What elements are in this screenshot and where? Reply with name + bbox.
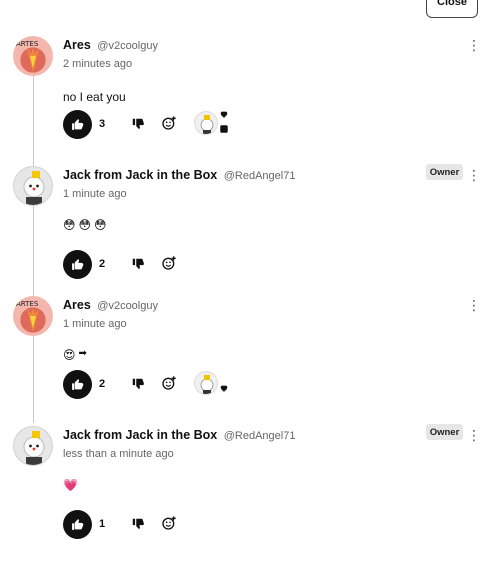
like-count: 1 xyxy=(99,518,106,530)
thumbs-up-icon xyxy=(72,259,84,270)
author-name[interactable]: Ares xyxy=(63,298,91,312)
more-options-icon[interactable]: ⋮ xyxy=(467,38,481,52)
like-button[interactable] xyxy=(63,370,92,399)
owner-badge: Owner xyxy=(426,164,463,180)
thumbs-down-icon[interactable] xyxy=(131,257,145,271)
like-button[interactable] xyxy=(63,110,92,139)
add-reaction-icon[interactable] xyxy=(161,375,177,391)
like-button[interactable] xyxy=(63,250,92,279)
avatar[interactable] xyxy=(13,426,53,466)
reactor-avatar xyxy=(194,111,218,135)
timestamp: 2 minutes ago xyxy=(63,58,133,70)
comment: Jack from Jack in the Box @RedAngel71 le… xyxy=(0,424,490,556)
author-name[interactable]: Jack from Jack in the Box xyxy=(63,428,217,442)
author-line: Jack from Jack in the Box @RedAngel71 xyxy=(63,168,295,182)
thumbs-down-icon[interactable] xyxy=(131,377,145,391)
close-button[interactable]: Close xyxy=(426,0,478,18)
add-reaction-icon[interactable] xyxy=(161,515,177,531)
reaction-chip[interactable] xyxy=(191,109,231,139)
heart-eyes-emoji: 😍 xyxy=(63,348,76,362)
author-handle: @v2coolguy xyxy=(97,300,158,312)
author-line: Ares @v2coolguy xyxy=(63,298,158,312)
avatar[interactable]: ARTES xyxy=(13,36,53,76)
comment: ARTES Ares @v2coolguy 2 minutes ago ⋮ no… xyxy=(0,36,490,166)
thumbs-up-icon xyxy=(72,119,84,130)
avatar[interactable] xyxy=(13,166,53,206)
like-count: 2 xyxy=(99,258,106,270)
like-button[interactable] xyxy=(63,510,92,539)
comment-text: no I eat you xyxy=(63,90,126,104)
flushed-emoji: 😳 xyxy=(78,218,92,232)
thumbs-up-icon xyxy=(72,379,84,390)
reactor-avatar xyxy=(194,371,218,395)
comment: ARTES Ares @v2coolguy 1 minute ago ⋮ 😍 ➡… xyxy=(0,296,490,426)
avatar[interactable]: ARTES xyxy=(13,296,53,336)
heart-icon xyxy=(220,111,228,118)
svg-text:ARTES: ARTES xyxy=(16,300,39,308)
reaction-icon xyxy=(220,125,228,133)
flushed-emoji: 😳 xyxy=(94,218,107,232)
thumbs-down-icon[interactable] xyxy=(131,117,145,131)
more-options-icon[interactable]: ⋮ xyxy=(467,298,481,312)
more-options-icon[interactable]: ⋮ xyxy=(467,428,481,442)
reaction-chip[interactable] xyxy=(191,369,231,399)
owner-badge: Owner xyxy=(426,424,463,440)
svg-text:ARTES: ARTES xyxy=(16,40,39,48)
author-handle: @RedAngel71 xyxy=(223,170,296,182)
thumbs-down-icon[interactable] xyxy=(131,517,145,531)
arrow-emoji: ➡ xyxy=(78,348,87,359)
author-handle: @RedAngel71 xyxy=(223,430,296,442)
timestamp: 1 minute ago xyxy=(63,188,127,200)
comment-emojis: 😍 ➡ xyxy=(63,348,87,362)
author-line: Ares @v2coolguy xyxy=(63,38,158,52)
timestamp: 1 minute ago xyxy=(63,318,127,330)
comment-emojis: 💗 xyxy=(63,478,78,492)
comment: Jack from Jack in the Box @RedAngel71 1 … xyxy=(0,164,490,296)
add-reaction-icon[interactable] xyxy=(161,255,177,271)
sparkling-heart-emoji: 💗 xyxy=(63,478,78,492)
more-options-icon[interactable]: ⋮ xyxy=(467,168,481,182)
author-name[interactable]: Jack from Jack in the Box xyxy=(63,168,217,182)
timestamp: less than a minute ago xyxy=(63,448,174,460)
heart-icon xyxy=(220,385,228,392)
comment-emojis: 😳 😳 😳 xyxy=(63,218,107,232)
like-count: 3 xyxy=(99,118,106,130)
like-count: 2 xyxy=(99,378,106,390)
flushed-emoji: 😳 xyxy=(63,218,76,232)
author-handle: @v2coolguy xyxy=(97,40,158,52)
author-name[interactable]: Ares xyxy=(63,38,91,52)
add-reaction-icon[interactable] xyxy=(161,115,177,131)
thumbs-up-icon xyxy=(72,519,84,530)
author-line: Jack from Jack in the Box @RedAngel71 xyxy=(63,428,295,442)
